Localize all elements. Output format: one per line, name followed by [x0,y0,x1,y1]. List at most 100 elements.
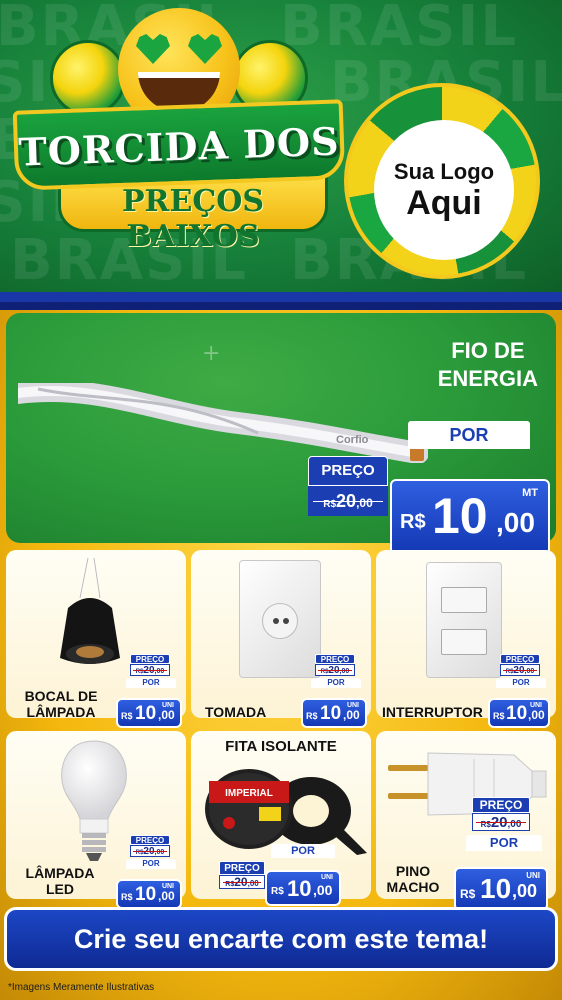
price-cents: ,00 [512,881,538,901]
strikethrough-line [133,670,167,671]
product-name-line1: BOCAL DE [24,688,98,704]
product-name-line2: LÂMPADA [26,704,96,720]
new-price: UNI R$ 10 ,00 [454,867,548,911]
strikethrough-line [503,670,537,671]
hero-price-cents: ,00 [496,507,535,538]
price-currency: R$ [121,892,133,902]
blue-divider-stripe [0,292,562,310]
heart-eye-right-icon [188,34,222,64]
price-cents: ,00 [343,708,360,722]
product-card-interruptor[interactable]: INTERRUPTOR PREÇO R$20,00 POR UNI R$ 10 … [376,550,556,728]
old-price-cents: ,00 [247,879,259,888]
new-price: UNI R$ 10 ,00 [265,870,341,906]
old-price-cents: ,00 [507,819,522,830]
old-price: R$20,00 [219,875,265,889]
cta-text: Crie seu encarte com este tema! [73,923,489,954]
product-name-line2: MACHO [386,879,440,895]
outlet-icon [239,560,321,678]
old-price-label: PREÇO [130,654,170,664]
strikethrough-line [222,882,262,883]
hero-por-label: POR [408,421,530,449]
old-price: R$20,00 [500,664,540,676]
product-name-line1: LÂMPADA [25,865,95,881]
price-int: 10 [135,884,157,905]
price-currency: R$ [306,711,318,721]
product-card-bocal[interactable]: BOCAL DE LÂMPADA PREÇO R$20,00 POR UNI R… [6,550,186,728]
tape-icon: IMPERIAL [205,769,367,855]
hero-product-name: FIO DE ENERGIA [438,337,538,393]
tape-brand-text: IMPERIAL [225,788,273,799]
price-cents: ,00 [313,882,333,898]
logo-text-line1: Sua Logo [393,159,495,184]
price-int: 10 [320,703,342,724]
hero-price-unit: MT [522,487,538,499]
product-card-pino-macho[interactable]: PINO MACHO PREÇO R$20,00 POR UNI R$ 10 ,… [376,731,556,911]
por-label: POR [271,844,335,858]
old-price: R$20,00 [315,664,355,676]
product-card-fita-isolante[interactable]: FITA ISOLANTE IMPERIAL PREÇO R$20,00 POR… [191,731,371,906]
price-cents: ,00 [528,708,545,722]
switch-icon [426,562,502,678]
old-price-label: PREÇO [500,654,540,664]
old-price-label: PREÇO [219,861,265,875]
product-name: FITA ISOLANTE [225,738,337,755]
old-price: R$20,00 [130,664,170,676]
price-int: 10 [480,873,512,904]
hero-old-price-cents: ,00 [356,496,373,510]
header-banner: BRASIL BRASIL BRASIL BRASIL BRASIL BRASI… [0,0,562,292]
new-price: UNI R$ 10 ,00 [301,698,367,728]
electric-cable-icon: Corfio [18,383,428,463]
logo-text-line2: Aqui [406,184,482,222]
product-name-line1: TOMADA [205,704,267,720]
led-bulb-icon [61,740,127,861]
por-label: POR [466,835,542,851]
strikethrough-line [313,501,383,502]
old-price-label: PREÇO [472,797,530,813]
bulb-socket-icon [60,558,120,664]
price-unit: UNI [526,871,540,880]
hero-old-price-label-box: PREÇO [308,456,388,486]
new-price: UNI R$ 10 ,00 [116,879,182,909]
price-currency: R$ [493,711,505,721]
hero-product-card[interactable]: + FIO DE ENERGIA Corfio PREÇO R$20,00 PO… [6,313,556,555]
hero-old-price: R$20,00 [308,486,388,516]
price-cents: ,00 [158,708,175,722]
price-int: 10 [506,703,528,724]
heart-eye-left-icon [136,34,170,64]
product-name: BOCAL DE LÂMPADA [18,688,104,720]
hero-price-currency: R$ [400,511,426,533]
old-price-label: PREÇO [130,835,170,845]
strikethrough-line [133,851,167,852]
logo-placeholder[interactable]: Sua Logo Aqui [374,120,514,260]
cable-brand-text: Corfio [336,434,369,446]
price-currency: R$ [460,887,476,901]
hero-product-name-line2: ENERGIA [437,366,538,391]
product-card-tomada[interactable]: TOMADA PREÇO R$20,00 POR UNI R$ 10 ,00 [191,550,371,728]
old-price: R$20,00 [130,845,170,857]
product-card-lampada-led[interactable]: LÂMPADA LED PREÇO R$20,00 POR UNI R$ 10 … [6,731,186,909]
product-name: LÂMPADA LED [20,865,100,897]
por-label: POR [126,678,176,688]
cta-banner[interactable]: Crie seu encarte com este tema! [4,907,558,971]
football-left-icon [50,40,126,116]
product-name: TOMADA [205,704,285,720]
product-name: INTERRUPTOR [382,704,492,720]
new-price: UNI R$ 10 ,00 [116,698,182,728]
hero-new-price: MT R$ 10 ,00 [390,479,550,555]
old-price: R$20,00 [472,813,530,831]
product-name: PINO MACHO [376,863,450,895]
product-name-line1: INTERRUPTOR [382,704,483,720]
price-unit: UNI [320,874,333,881]
disclaimer-note: *Imagens Meramente Ilustrativas [8,982,155,993]
price-currency: R$ [271,886,284,897]
price-currency: R$ [121,711,133,721]
price-int: 10 [135,703,157,724]
por-label: POR [311,678,361,688]
strikethrough-line [476,822,526,823]
sparkle-icon: + [202,341,221,366]
por-label: POR [496,678,546,688]
new-price: UNI R$ 10 ,00 [488,698,550,728]
hero-product-name-line1: FIO DE [451,338,525,363]
por-label: POR [126,859,176,869]
product-name-line1: PINO [395,863,431,879]
